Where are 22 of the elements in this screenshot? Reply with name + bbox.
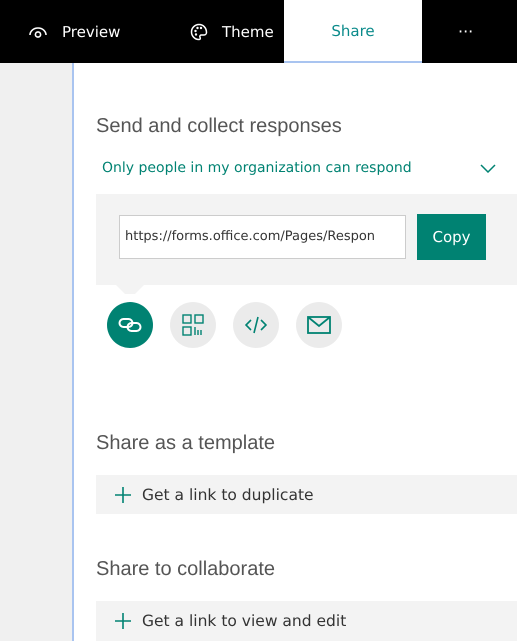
link-option[interactable]	[107, 302, 153, 348]
qr-option[interactable]	[170, 302, 216, 348]
chevron-down-icon	[480, 164, 496, 172]
mail-icon	[307, 316, 331, 334]
qr-code-icon	[182, 314, 204, 336]
embed-option[interactable]	[233, 302, 279, 348]
palette-icon	[190, 22, 208, 40]
action-button[interactable]: Get a link to view and edit	[96, 601, 517, 641]
link-icon	[118, 316, 142, 333]
audience-dropdown[interactable]: Only people in my organization can respond	[96, 160, 496, 176]
section-heading: Share as a template	[96, 432, 275, 455]
link-field[interactable]: https://forms.office.com/Pages/Respon	[119, 214, 406, 259]
section-heading: Send and collect responses	[96, 115, 342, 138]
plus-icon	[114, 486, 132, 504]
email-option[interactable]	[296, 302, 342, 348]
code-icon	[245, 316, 267, 334]
section-heading: Share to collaborate	[96, 558, 276, 582]
copy-button[interactable]: Copy	[417, 214, 486, 260]
action-button[interactable]: Get a link to duplicate	[96, 474, 517, 514]
tab[interactable]: Share	[284, 0, 422, 63]
eye-icon	[28, 24, 48, 38]
plus-icon	[114, 612, 132, 630]
